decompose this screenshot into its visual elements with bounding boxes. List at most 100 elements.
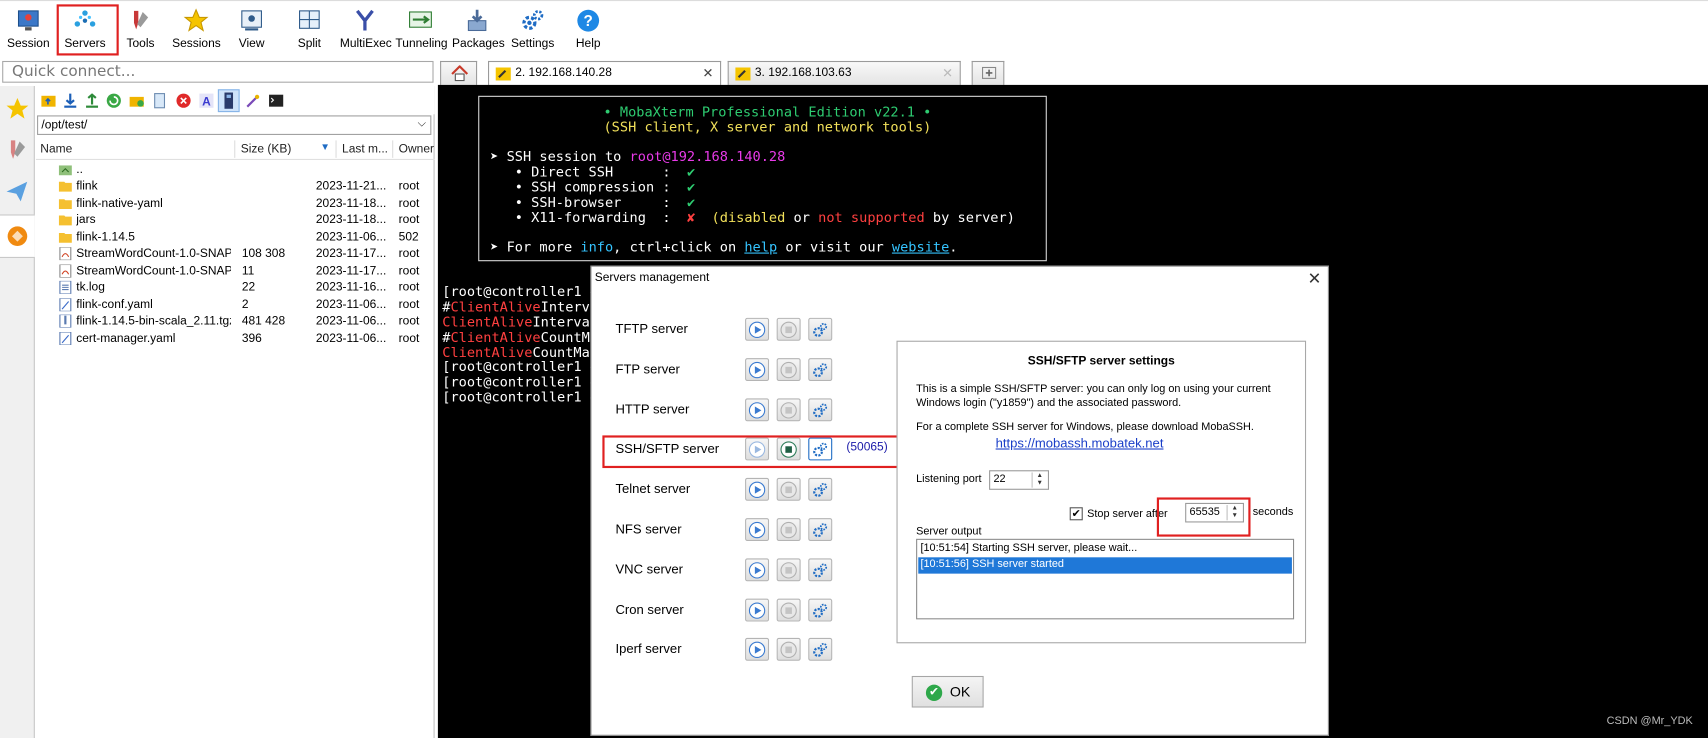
file-row[interactable]: flink 2023-11-21... root xyxy=(36,179,435,195)
server-settings-button[interactable] xyxy=(808,598,833,622)
toolbar-tunneling-button[interactable]: Tunneling xyxy=(395,5,448,55)
toolbar-session-button[interactable]: Session xyxy=(7,5,51,55)
terminal-line: #ClientAliveInterva xyxy=(442,299,598,314)
file-row[interactable]: StreamWordCount-1.0-SNAP... 11 2023-11-1… xyxy=(36,263,435,279)
tab-session-3[interactable]: 3. 192.168.103.63 ✕ xyxy=(727,60,961,85)
stop-server-checkbox[interactable]: ✔ xyxy=(1069,507,1083,521)
ok-button[interactable]: ✔ OK xyxy=(911,675,984,708)
toolbar-view-button[interactable]: View xyxy=(233,5,270,55)
line-text: [root@controller1 ~ xyxy=(442,283,599,300)
stop-server-button[interactable] xyxy=(776,598,801,622)
start-server-button[interactable] xyxy=(745,357,770,381)
stop-server-button[interactable] xyxy=(776,478,801,501)
close-icon[interactable]: ✕ xyxy=(1308,269,1322,289)
new-file-icon[interactable] xyxy=(151,93,167,109)
server-settings-button[interactable] xyxy=(808,558,833,582)
close-icon[interactable]: ✕ xyxy=(703,65,714,80)
file-row[interactable]: flink-conf.yaml 2 2023-11-06... root xyxy=(36,297,435,313)
seconds-label: seconds xyxy=(1252,506,1294,519)
terminal-line: [root@controller1 ~ xyxy=(442,388,599,405)
gear-icon xyxy=(813,603,828,618)
folder-up-icon[interactable] xyxy=(40,93,56,109)
view-icon xyxy=(241,10,262,31)
toolbar-sessions-button[interactable]: Sessions xyxy=(172,5,221,55)
stop-server-button[interactable] xyxy=(776,357,801,381)
listening-port-stepper[interactable]: 22 ▲ ▼ xyxy=(989,470,1049,490)
send-icon[interactable] xyxy=(3,177,31,205)
server-settings-button[interactable] xyxy=(808,478,833,501)
column-size-header[interactable]: Size (KB) xyxy=(241,143,292,156)
star-icon[interactable] xyxy=(3,95,31,123)
file-row[interactable]: cert-manager.yaml 396 2023-11-06... root xyxy=(36,331,435,347)
website-link[interactable]: website xyxy=(892,238,949,254)
start-server-button[interactable] xyxy=(745,558,770,582)
start-server-button[interactable] xyxy=(745,518,770,541)
new-tab-button[interactable] xyxy=(971,60,1005,85)
tab-session-2[interactable]: 2. 192.168.140.28 ✕ xyxy=(488,60,722,85)
sftp-icon xyxy=(7,226,28,247)
server-settings-button[interactable] xyxy=(808,397,833,421)
start-server-button[interactable] xyxy=(745,317,770,341)
close-icon[interactable]: ✕ xyxy=(942,65,953,80)
sftp-path-field[interactable]: /opt/test/ ⌵ xyxy=(37,115,432,135)
column-modified-header[interactable]: Last m... xyxy=(342,143,388,156)
refresh-icon[interactable] xyxy=(106,93,122,109)
server-settings-button[interactable] xyxy=(808,357,833,381)
follow-terminal-toggle[interactable] xyxy=(217,89,240,113)
start-server-button[interactable] xyxy=(745,638,770,662)
toolbar-packages-button[interactable]: Packages xyxy=(452,5,505,55)
file-row[interactable]: tk.log 22 2023-11-16... root xyxy=(36,280,435,296)
mobassh-link[interactable]: https://mobassh.mobatek.net xyxy=(996,435,1164,450)
rename-icon[interactable]: A xyxy=(198,93,214,109)
download-icon[interactable] xyxy=(62,93,78,109)
column-name-header[interactable]: Name xyxy=(40,143,72,156)
server-settings-button[interactable] xyxy=(808,317,833,341)
magic-wand-icon[interactable] xyxy=(245,93,261,109)
toolbar-tools-button[interactable]: Tools xyxy=(122,5,159,55)
line-text: [root@controller1 ~ xyxy=(442,388,599,405)
delete-icon[interactable] xyxy=(175,93,191,109)
feature-line: • Direct SSH : ✔ xyxy=(490,164,695,179)
play-icon xyxy=(748,361,766,379)
toolbar-settings-button[interactable]: Settings xyxy=(510,5,556,55)
stop-server-button[interactable] xyxy=(776,558,801,582)
toolbar-multiexec-button[interactable]: MultiExec xyxy=(340,5,392,55)
sftp-side-tab[interactable] xyxy=(0,214,35,258)
file-row[interactable]: flink-1.14.5-bin-scala_2.11.tgz 481 428 … xyxy=(36,313,435,329)
upload-icon[interactable] xyxy=(84,93,100,109)
stop-server-button[interactable] xyxy=(776,397,801,421)
file-row[interactable]: flink-native-yaml 2023-11-18... root xyxy=(36,196,435,212)
chevron-down-icon[interactable]: ⌵ xyxy=(418,118,426,130)
start-server-button[interactable] xyxy=(745,598,770,622)
quick-connect-input[interactable]: Quick connect... xyxy=(2,60,434,83)
side-tabs-panel xyxy=(0,85,35,738)
tools-icon[interactable] xyxy=(3,136,31,164)
output-line[interactable]: [10:51:54] Starting SSH server, please w… xyxy=(918,541,1292,557)
start-server-button[interactable] xyxy=(745,397,770,421)
file-row[interactable]: flink-1.14.5 2023-11-06... 502 xyxy=(36,230,435,246)
toolbar-split-button[interactable]: Split xyxy=(292,5,327,55)
help-icon: ? xyxy=(577,9,600,32)
start-server-button[interactable] xyxy=(745,478,770,501)
file-row[interactable]: StreamWordCount-1.0-SNAP... 108 308 2023… xyxy=(36,246,435,262)
output-line[interactable]: [10:51:56] SSH server started xyxy=(918,557,1292,574)
help-link[interactable]: help xyxy=(744,238,777,254)
file-owner: root xyxy=(398,280,420,294)
file-row[interactable]: .. xyxy=(36,162,435,178)
stop-server-button[interactable] xyxy=(776,317,801,341)
terminal-icon[interactable] xyxy=(268,93,284,109)
info-link[interactable]: info xyxy=(580,238,613,254)
tab-home[interactable] xyxy=(440,60,478,85)
server-output-list[interactable]: [10:51:54] Starting SSH server, please w… xyxy=(916,538,1295,620)
toolbar-help-button[interactable]: ? Help xyxy=(571,5,606,55)
file-owner: root xyxy=(398,247,420,261)
new-folder-icon[interactable] xyxy=(129,93,145,109)
stop-server-button[interactable] xyxy=(776,638,801,662)
server-settings-button[interactable] xyxy=(808,518,833,541)
spin-arrows-icon[interactable]: ▲ ▼ xyxy=(1031,472,1047,488)
server-settings-button[interactable] xyxy=(808,638,833,662)
stop-server-button[interactable] xyxy=(776,518,801,541)
file-row[interactable]: jars 2023-11-18... root xyxy=(36,212,435,228)
column-owner-header[interactable]: Owner xyxy=(399,143,434,156)
sort-desc-icon[interactable]: ▼ xyxy=(320,142,330,153)
